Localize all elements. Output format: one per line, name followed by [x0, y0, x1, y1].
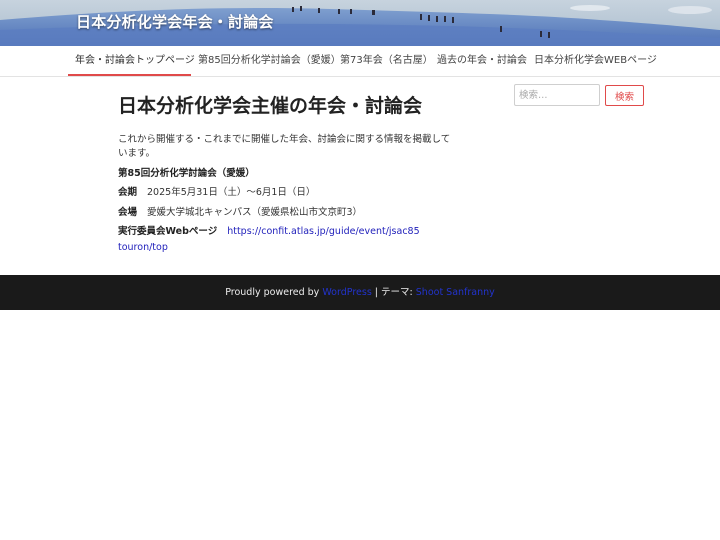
footer-theme-label: テーマ:: [381, 287, 413, 298]
nav-active-indicator: [68, 74, 191, 76]
header-banner: 日本分析化学会年会・討論会: [0, 0, 720, 46]
search-button[interactable]: 検索: [605, 85, 644, 106]
web-link-continued[interactable]: touron/top: [118, 242, 168, 253]
date-label: 会期: [118, 187, 138, 198]
nav-item-past-meetings[interactable]: 過去の年会・討論会: [437, 46, 527, 76]
event-venue-row: 会場 愛媛大学城北キャンパス（愛媛県松山市文京町3）: [118, 204, 362, 218]
main-nav: 年会・討論会トップページ 第85回分析化学討論会（愛媛） 第73年会（名古屋） …: [0, 46, 720, 77]
event-web-row: 実行委員会Webページ https://confit.atlas.jp/guide…: [118, 223, 420, 237]
footer-wordpress-link[interactable]: WordPress: [322, 287, 371, 298]
event-title: 第85回分析化学討論会（愛媛）: [118, 168, 255, 179]
venue-label: 会場: [118, 207, 138, 218]
nav-item-top[interactable]: 年会・討論会トップページ: [75, 46, 195, 76]
nav-item-73rd-annual[interactable]: 第73年会（名古屋）: [340, 46, 433, 76]
site-footer: Proudly powered by WordPress | テーマ: Shoo…: [0, 275, 720, 310]
date-value: 2025年5月31日（土）〜6月1日（日）: [147, 187, 316, 198]
footer-theme-link[interactable]: Shoot Sanfranny: [416, 287, 495, 298]
nav-item-jsac-web[interactable]: 日本分析化学会WEBページ: [534, 46, 657, 76]
venue-value: 愛媛大学城北キャンパス（愛媛県松山市文京町3）: [147, 207, 363, 218]
web-label: 実行委員会Webページ: [118, 226, 218, 237]
intro-text: これから開催する・これまでに開催した年会、討論会に関する情報を掲載しています。: [118, 134, 451, 159]
event-date-row: 会期 2025年5月31日（土）〜6月1日（日）: [118, 184, 315, 198]
nav-item-85th-symposium[interactable]: 第85回分析化学討論会（愛媛）: [198, 46, 341, 76]
page-title: 日本分析化学会主催の年会・討論会: [118, 95, 423, 117]
web-link[interactable]: https://confit.atlas.jp/guide/event/jsac…: [227, 226, 419, 237]
site-title[interactable]: 日本分析化学会年会・討論会: [76, 11, 274, 32]
search-input[interactable]: [514, 84, 600, 106]
footer-separator: |: [374, 287, 378, 298]
footer-powered-by: Proudly powered by: [225, 287, 320, 298]
